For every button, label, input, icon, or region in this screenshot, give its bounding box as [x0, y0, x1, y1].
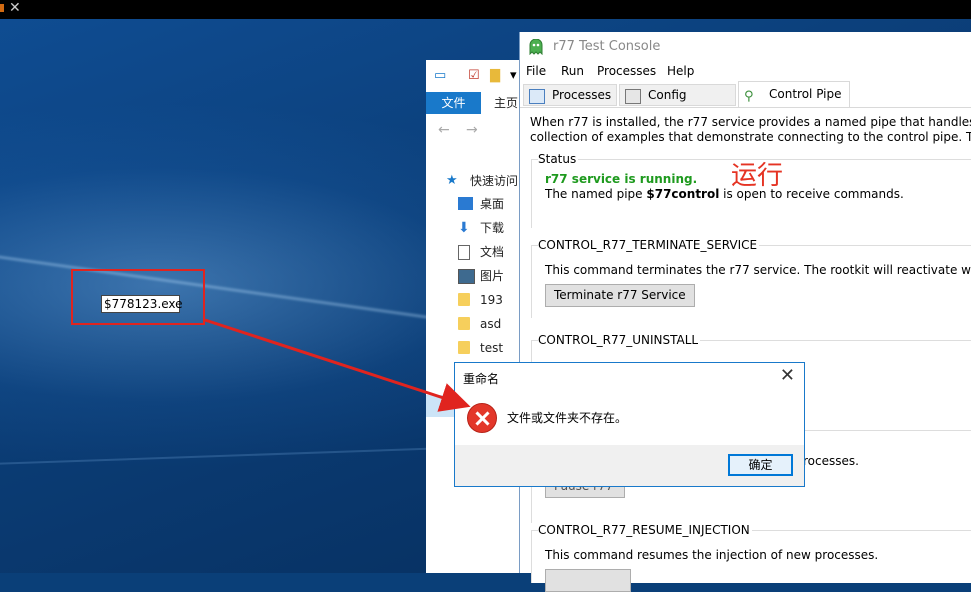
window-title: r77 Test Console	[553, 39, 661, 54]
r77-console-window: r77 Test Console File Run Processes Help…	[519, 32, 971, 592]
folder-icon	[458, 341, 470, 354]
ribbon-tab-home[interactable]: 主页	[494, 92, 518, 114]
explorer-titlebar: ▭ ☑ ▇ ▾	[426, 60, 520, 90]
dialog-footer: 确定	[455, 445, 804, 486]
back-arrow-icon[interactable]: ←	[438, 122, 450, 138]
desktop-icon	[458, 197, 473, 210]
folder-icon[interactable]: ▇	[490, 68, 500, 83]
resume-description: This command resumes the injection of ne…	[545, 548, 879, 562]
folder-icon	[458, 317, 470, 330]
console-titlebar: r77 Test Console	[520, 32, 971, 62]
resume-injection-group: CONTROL_R77_RESUME_INJECTION This comman…	[531, 523, 971, 592]
control-pipe-page: When r77 is installed, the r77 service p…	[520, 108, 971, 592]
chart-icon	[529, 89, 545, 104]
service-running-text: r77 service is running.	[545, 172, 698, 186]
folder-icon	[458, 293, 470, 306]
tab-control-pipe[interactable]: ⚲ Control Pipe	[738, 81, 850, 107]
dialog-message: 文件或文件夹不存在。	[507, 411, 628, 425]
terminate-description: This command terminates the r77 service.…	[545, 263, 971, 277]
rename-input[interactable]: $778123.exe	[101, 295, 183, 313]
resume-legend: CONTROL_R77_RESUME_INJECTION	[538, 523, 752, 537]
menu-file[interactable]: File	[526, 64, 546, 78]
rename-error-dialog: 重命名 ✕ 文件或文件夹不存在。 确定	[454, 362, 805, 487]
tab-strip: Processes Config System ⚲ Control Pipe	[520, 81, 971, 122]
picture-icon	[458, 269, 475, 284]
ok-button[interactable]: 确定	[728, 454, 793, 476]
dropdown-icon[interactable]: ▾	[510, 68, 517, 83]
config-icon	[625, 89, 641, 104]
document-icon	[458, 245, 470, 260]
tab-processes[interactable]: Processes	[523, 84, 617, 106]
tab-config-system[interactable]: Config System	[619, 84, 736, 122]
terminate-legend: CONTROL_R77_TERMINATE_SERVICE	[538, 238, 760, 252]
resume-button[interactable]	[545, 569, 631, 592]
error-icon	[467, 403, 497, 433]
status-group: Status r77 service is running. The named…	[531, 152, 971, 228]
running-annotation: 运行	[731, 161, 784, 191]
terminate-service-button[interactable]: Terminate r77 Service	[545, 284, 695, 307]
wallpaper-light-streak	[0, 446, 460, 466]
computer-icon: ▭	[434, 68, 447, 83]
intro-text: When r77 is installed, the r77 service p…	[530, 115, 971, 144]
star-icon: ★	[446, 173, 458, 188]
menu-processes[interactable]: Processes	[597, 64, 656, 78]
file-explorer-window: ▭ ☑ ▇ ▾ 文件 主页 ← → ★ 快速访问 桌面 ⬇ 下载 文档 图片 1…	[426, 60, 520, 573]
pause-description: rocesses.	[803, 454, 859, 468]
download-icon: ⬇	[458, 220, 470, 236]
terminate-service-group: CONTROL_R77_TERMINATE_SERVICE This comma…	[531, 238, 971, 318]
top-bar: ✕	[0, 0, 971, 19]
status-legend: Status	[538, 152, 579, 166]
navigation-bar: ← →	[426, 116, 520, 146]
ghost-icon	[529, 39, 543, 55]
app-indicator-icon	[0, 4, 4, 12]
dialog-title: 重命名	[463, 372, 500, 386]
ribbon: 文件 主页	[426, 92, 520, 114]
uninstall-legend: CONTROL_R77_UNINSTALL	[538, 333, 701, 347]
close-icon[interactable]: ✕	[780, 365, 795, 386]
pipe-status-text: The named pipe $77control is open to rec…	[545, 187, 904, 201]
menu-run[interactable]: Run	[561, 64, 584, 78]
menu-help[interactable]: Help	[667, 64, 694, 78]
ribbon-tab-file[interactable]: 文件	[426, 92, 481, 114]
properties-icon[interactable]: ☑	[468, 68, 480, 83]
menu-bar: File Run Processes Help	[520, 63, 971, 81]
pipe-icon: ⚲	[744, 89, 754, 104]
forward-arrow-icon[interactable]: →	[466, 122, 478, 138]
close-icon[interactable]: ✕	[9, 0, 21, 16]
